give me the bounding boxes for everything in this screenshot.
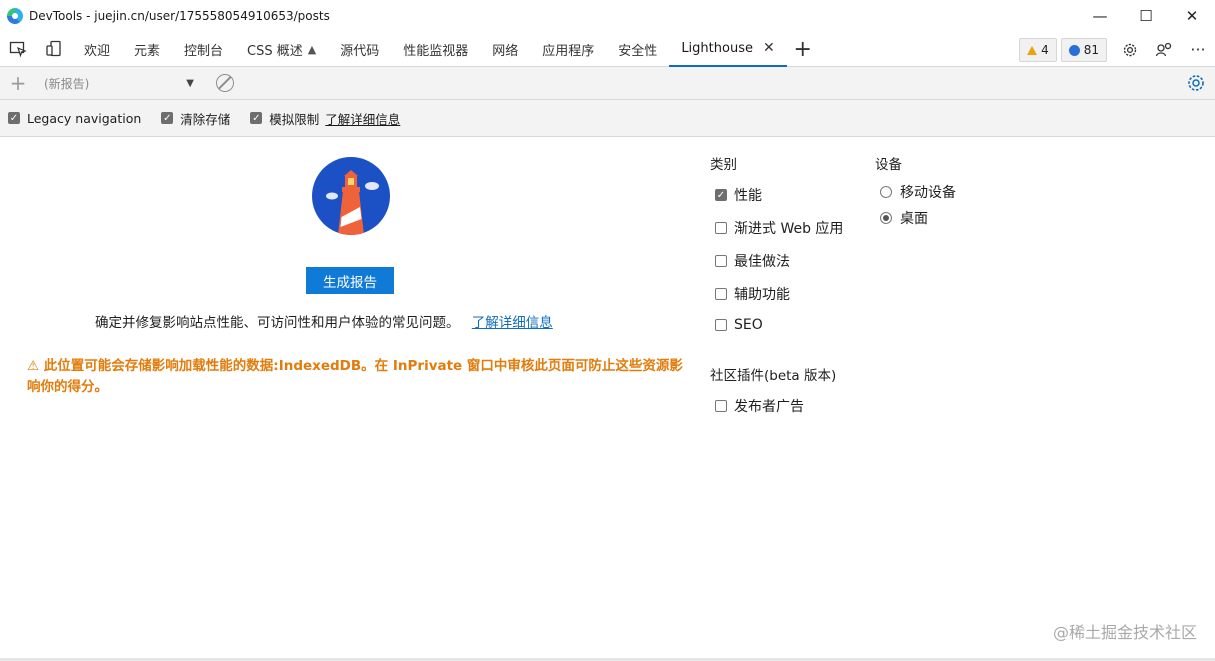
inspect-element-icon[interactable] — [0, 32, 36, 67]
window-controls: — ☐ ✕ — [1077, 0, 1215, 32]
category-performance[interactable]: ✓ 性能 — [715, 185, 762, 205]
tab-lighthouse-label: Lighthouse — [681, 40, 753, 56]
lighthouse-options-bar: ✓ Legacy navigation ✓ 清除存储 ✓ 模拟限制 了解详细信息 — [0, 100, 1215, 137]
category-performance-checkbox[interactable]: ✓ — [715, 189, 727, 201]
category-accessibility-checkbox[interactable] — [715, 288, 727, 300]
device-desktop-radio[interactable] — [880, 212, 892, 224]
tab-lighthouse[interactable]: Lighthouse ✕ — [669, 32, 787, 67]
throttling-learn-more-link[interactable]: 了解详细信息 — [325, 109, 400, 128]
warnings-count: 4 — [1041, 43, 1049, 57]
messages-badge[interactable]: 81 — [1060, 38, 1107, 62]
tab-css-overview[interactable]: CSS 概述 ▲ — [235, 32, 328, 67]
category-pwa[interactable]: 渐进式 Web 应用 — [715, 218, 843, 238]
legacy-navigation-checkbox[interactable]: ✓ — [8, 112, 20, 124]
window-title: DevTools - juejin.cn/user/17555805491065… — [29, 9, 330, 23]
community-plugins-title: 社区插件(beta 版本) — [710, 368, 837, 384]
lighthouse-description: 确定并修复影响站点性能、可访问性和用户体验的常见问题。 了解详细信息 — [95, 311, 553, 331]
tab-application[interactable]: 应用程序 — [530, 32, 606, 67]
new-report-plus-icon[interactable]: + — [0, 71, 36, 95]
clear-storage-checkbox[interactable]: ✓ — [161, 112, 174, 124]
simulate-throttling-label: 模拟限制 — [269, 111, 320, 127]
tab-welcome[interactable]: 欢迎 — [72, 32, 122, 67]
edge-logo-icon — [7, 8, 23, 24]
clear-storage-label: 清除存储 — [180, 111, 231, 127]
tab-performance-monitor[interactable]: 性能监视器 — [391, 32, 480, 67]
experimental-flask-icon: ▲ — [307, 42, 317, 56]
warning-icon — [1027, 45, 1038, 55]
category-best-practices-label: 最佳做法 — [734, 254, 790, 270]
tab-security[interactable]: 安全性 — [606, 32, 669, 67]
report-selector-value: (新报告) — [44, 76, 90, 91]
devtools-right-icons: ··· — [1113, 32, 1215, 67]
tab-console[interactable]: 控制台 — [172, 32, 235, 67]
simulate-throttling-option[interactable]: ✓ 模拟限制 — [250, 109, 319, 128]
simulate-throttling-checkbox[interactable]: ✓ — [250, 112, 263, 124]
maximize-button[interactable]: ☐ — [1123, 0, 1169, 32]
device-mobile-option[interactable]: 移动设备 — [880, 182, 956, 202]
category-best-practices-checkbox[interactable] — [715, 255, 727, 267]
tab-network[interactable]: 网络 — [480, 32, 530, 67]
window-titlebar: DevTools - juejin.cn/user/17555805491065… — [0, 0, 1215, 32]
customize-share-icon[interactable] — [1147, 32, 1181, 67]
category-seo[interactable]: SEO — [715, 317, 763, 333]
minimize-button[interactable]: — — [1077, 0, 1123, 32]
issue-badges: 4 81 — [1019, 38, 1107, 62]
description-text: 确定并修复影响站点性能、可访问性和用户体验的常见问题。 — [95, 315, 460, 331]
categories-title: 类别 — [710, 157, 737, 173]
warnings-badge[interactable]: 4 — [1019, 38, 1057, 62]
lighthouse-settings-icon[interactable] — [1185, 72, 1207, 94]
device-emulation-icon[interactable] — [36, 32, 72, 67]
category-performance-label: 性能 — [734, 188, 762, 204]
tab-sources[interactable]: 源代码 — [328, 32, 391, 67]
tab-css-overview-label: CSS 概述 — [247, 43, 303, 59]
tab-elements[interactable]: 元素 — [122, 32, 172, 67]
settings-gear-icon[interactable] — [1113, 32, 1147, 67]
description-learn-more-link[interactable]: 了解详细信息 — [472, 315, 553, 331]
message-icon — [1068, 44, 1080, 56]
category-accessibility[interactable]: 辅助功能 — [715, 284, 790, 304]
lighthouse-logo-icon — [312, 157, 390, 235]
category-seo-checkbox[interactable] — [715, 319, 727, 331]
close-window-button[interactable]: ✕ — [1169, 0, 1215, 32]
clear-storage-option[interactable]: ✓ 清除存储 — [161, 109, 230, 128]
add-tab-icon[interactable]: + — [789, 32, 817, 67]
plugin-publisher-ads[interactable]: 发布者广告 — [715, 396, 804, 416]
messages-count: 81 — [1083, 43, 1099, 57]
lighthouse-toolbar: + (新报告) ▼ — [0, 67, 1215, 100]
legacy-navigation-label: Legacy navigation — [27, 110, 142, 126]
generate-report-button[interactable]: 生成报告 — [306, 267, 394, 294]
clear-report-icon[interactable] — [216, 74, 234, 92]
more-options-icon[interactable]: ··· — [1181, 32, 1215, 67]
category-pwa-checkbox[interactable] — [715, 222, 727, 234]
indexeddb-warning: ⚠ 此位置可能会存储影响加载性能的数据:IndexedDB。在 InPrivat… — [27, 358, 683, 395]
device-mobile-radio[interactable] — [880, 186, 892, 198]
report-selector[interactable]: (新报告) ▼ — [44, 72, 194, 94]
chevron-down-icon: ▼ — [186, 77, 194, 89]
device-title: 设备 — [875, 157, 902, 173]
plugin-publisher-ads-checkbox[interactable] — [715, 400, 727, 412]
watermark: @稀土掘金技术社区 — [1052, 623, 1197, 642]
category-pwa-label: 渐进式 Web 应用 — [734, 221, 844, 237]
device-mobile-label: 移动设备 — [900, 185, 956, 201]
lighthouse-start-panel: 生成报告 确定并修复影响站点性能、可访问性和用户体验的常见问题。 了解详细信息 … — [0, 137, 1215, 661]
category-accessibility-label: 辅助功能 — [734, 287, 790, 303]
plugin-publisher-ads-label: 发布者广告 — [734, 399, 804, 415]
device-desktop-label: 桌面 — [900, 211, 928, 227]
category-seo-label: SEO — [734, 317, 763, 333]
category-best-practices[interactable]: 最佳做法 — [715, 251, 790, 271]
legacy-navigation-option[interactable]: ✓ Legacy navigation — [8, 111, 141, 126]
close-tab-icon[interactable]: ✕ — [763, 40, 775, 56]
device-desktop-option[interactable]: 桌面 — [880, 208, 928, 228]
